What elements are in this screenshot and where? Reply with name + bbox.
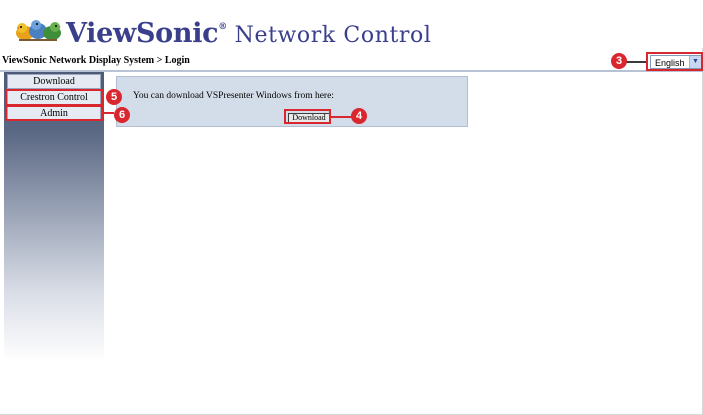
callout-box-language: [646, 52, 703, 71]
header: ViewSonic® Network Control: [0, 0, 703, 49]
breadcrumb: ViewSonic Network Display System > Login: [2, 55, 190, 66]
viewsonic-birds-logo: [16, 20, 61, 41]
callout-badge-6: 6: [114, 107, 130, 123]
brand-subtitle: Network Control: [227, 23, 432, 48]
download-message: You can download VSPresenter Windows fro…: [133, 91, 334, 101]
sidebar-item-label: Download: [33, 76, 75, 87]
callout-badge-4: 4: [351, 108, 367, 124]
callout-line-4: [331, 116, 352, 118]
callout-line-6: [104, 112, 114, 114]
callout-box-crestron: [5, 89, 104, 106]
callout-badge-3: 3: [611, 53, 627, 69]
brand-title: ViewSonic® Network Control: [66, 18, 432, 49]
callout-badge-5: 5: [106, 89, 122, 105]
callout-box-admin: [5, 105, 104, 121]
breadcrumb-bar: ViewSonic Network Display System > Login: [0, 52, 703, 72]
brand-reg-mark: ®: [218, 22, 227, 32]
sidebar: Download Crestron Control Admin: [4, 72, 104, 414]
callout-line-3: [626, 61, 646, 63]
brand-main: ViewSonic: [66, 18, 219, 49]
callout-box-download: [284, 109, 331, 124]
sidebar-item-download[interactable]: Download: [7, 74, 101, 89]
